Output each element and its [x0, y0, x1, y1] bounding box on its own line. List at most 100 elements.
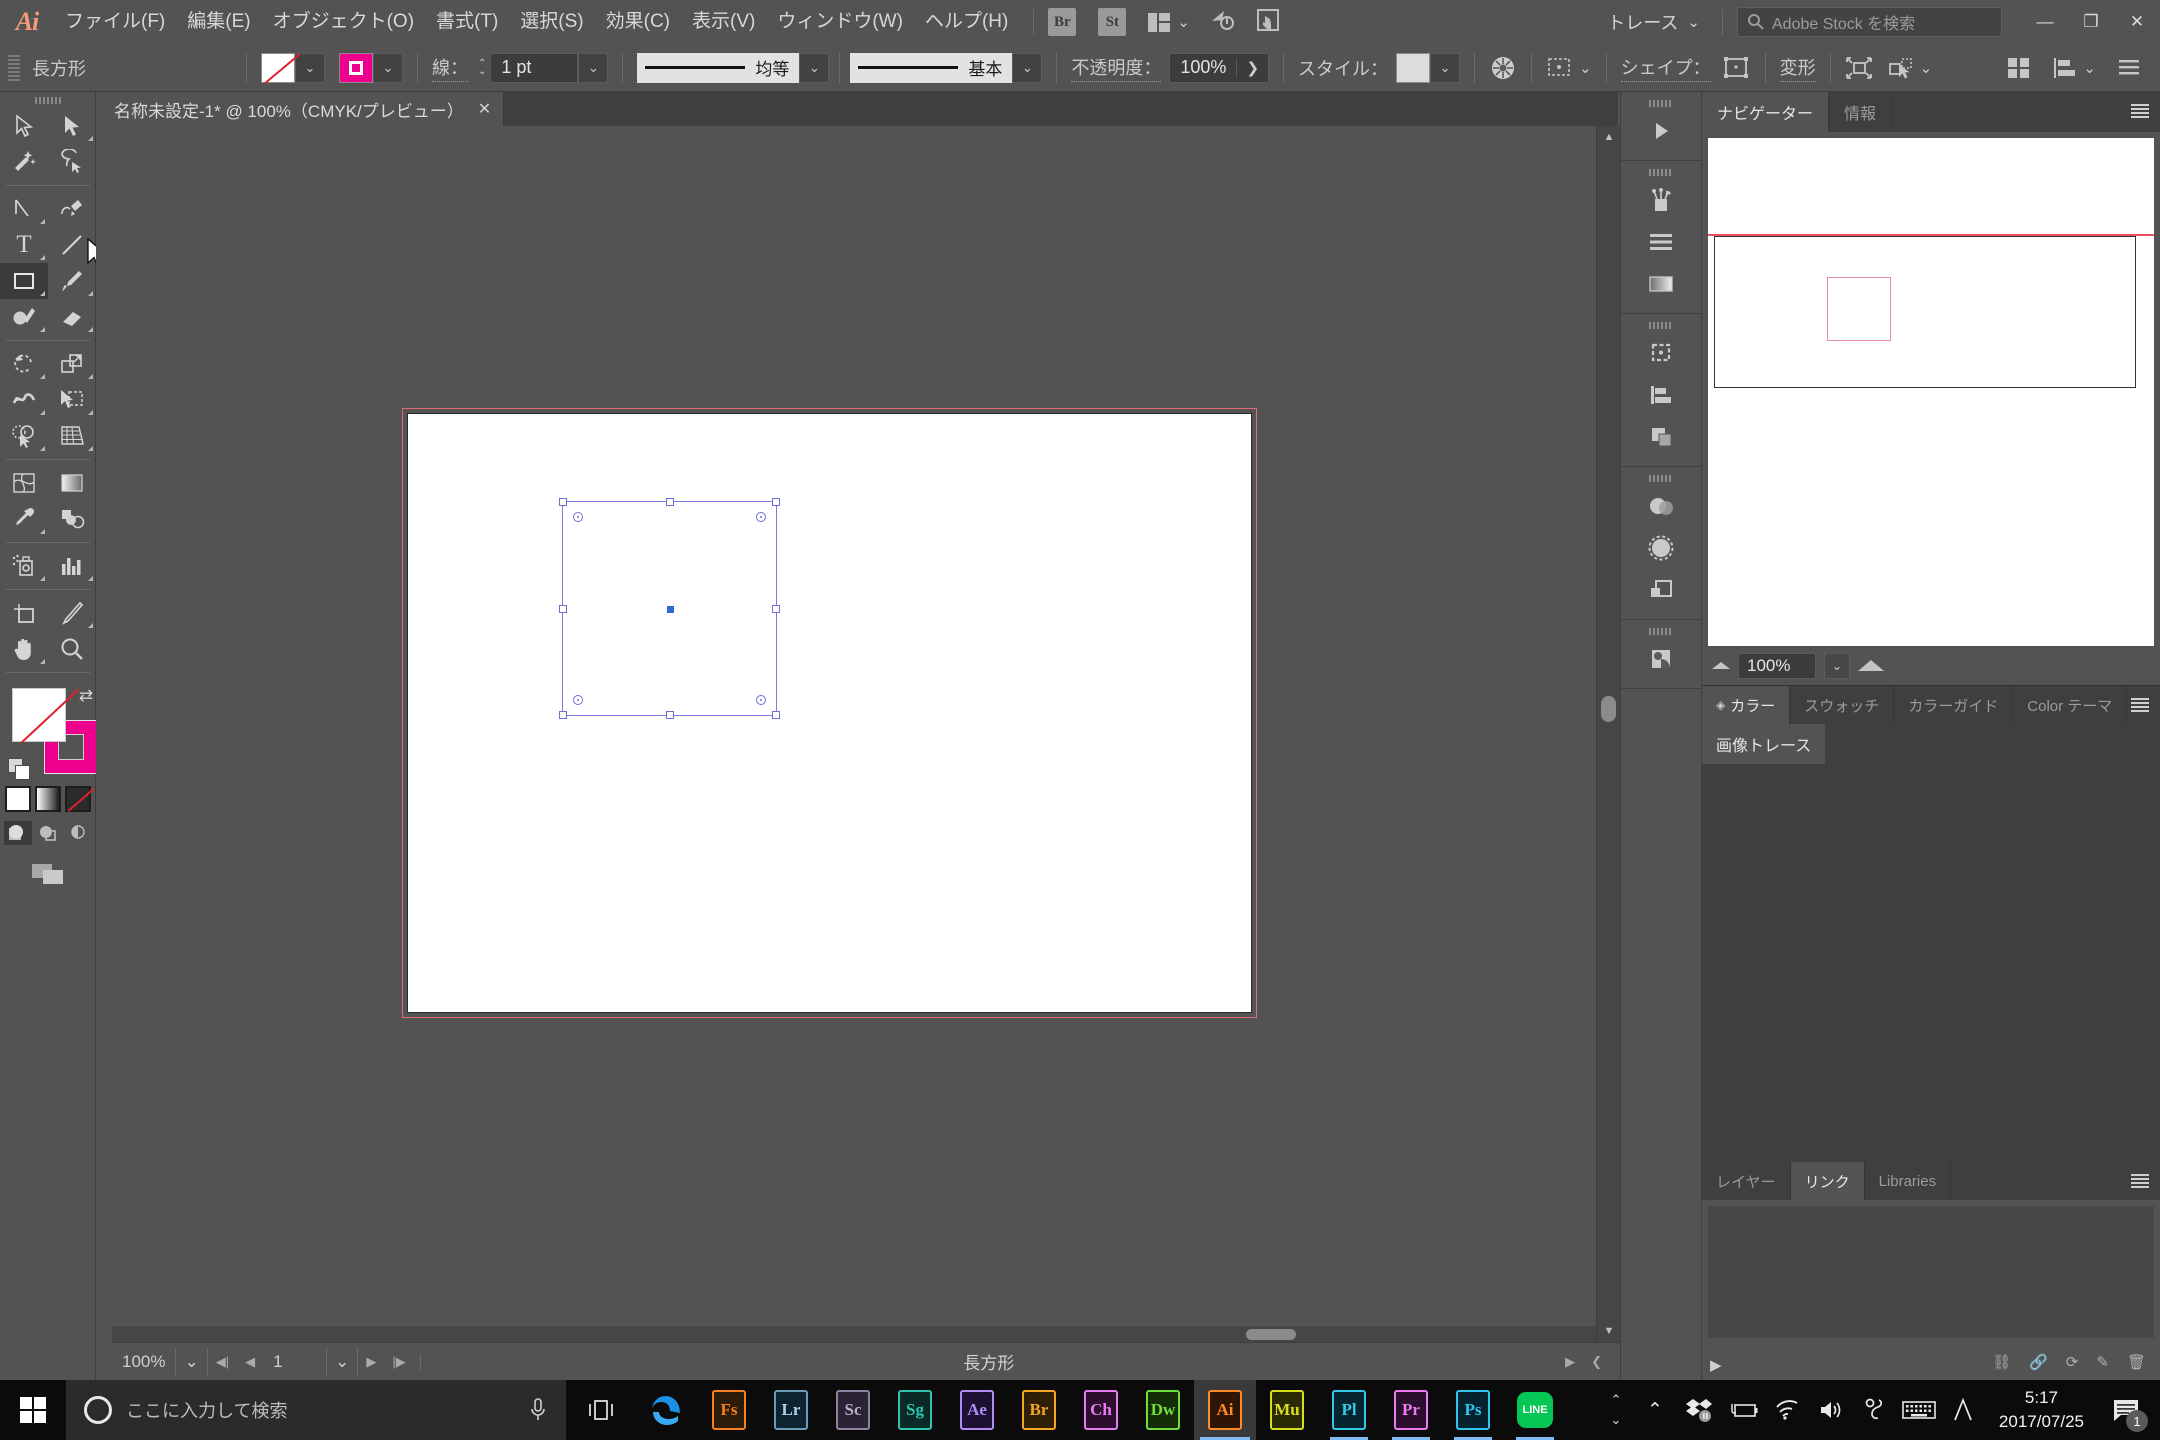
anchor-point[interactable]	[772, 605, 780, 613]
dock-gripper[interactable]	[1621, 624, 1701, 638]
graphic-style-dropdown[interactable]: ⌄	[1430, 52, 1461, 83]
corner-widget[interactable]	[573, 512, 583, 522]
tool-lasso[interactable]	[48, 144, 96, 180]
arrange-panels-icon[interactable]	[2007, 57, 2031, 79]
arrange-documents-button[interactable]: ⌄	[1148, 12, 1190, 32]
corner-widget[interactable]	[756, 512, 766, 522]
scroll-up-icon[interactable]: ▲	[1597, 126, 1621, 148]
fill-dropdown[interactable]: ⌄	[295, 52, 325, 83]
dock-gripper[interactable]	[1621, 318, 1701, 332]
draw-mode-normal[interactable]	[3, 821, 32, 845]
horizontal-scrollbar[interactable]	[112, 1326, 1596, 1342]
links-list[interactable]	[1702, 1200, 2160, 1344]
stroke-profile-select[interactable]: 均等	[637, 52, 800, 83]
dock-gripper[interactable]	[1621, 96, 1701, 110]
tool-shaper[interactable]	[0, 299, 48, 335]
tool-rotate[interactable]	[0, 346, 48, 382]
tool-free-transform[interactable]	[48, 382, 96, 418]
canvas[interactable]	[112, 126, 1596, 1342]
tool-eraser[interactable]	[48, 299, 96, 335]
anchor-point[interactable]	[666, 711, 674, 719]
start-button[interactable]	[0, 1380, 66, 1440]
isolate-object-icon[interactable]	[1845, 56, 1873, 80]
taskbar-app-photoshop[interactable]: Ps	[1442, 1380, 1504, 1440]
taskbar-clock[interactable]: 5:17 2017/07/25	[1985, 1386, 2098, 1434]
tool-symbol-sprayer[interactable]	[0, 548, 48, 584]
taskbar-app-premiere[interactable]: Pr	[1380, 1380, 1442, 1440]
volume-icon[interactable]	[1809, 1380, 1853, 1440]
tool-rectangle[interactable]	[0, 263, 48, 299]
opacity-input[interactable]: 100% ❯	[1169, 52, 1270, 83]
tab-image-trace[interactable]: 画像トレース	[1702, 724, 1826, 764]
anchor-point[interactable]	[772, 711, 780, 719]
align-panel-icon[interactable]: ⌄	[2053, 57, 2096, 79]
shape-properties-icon[interactable]	[1721, 55, 1751, 81]
tool-paintbrush[interactable]	[48, 263, 96, 299]
artboard[interactable]	[407, 413, 1252, 1013]
taskbar-app-bridge[interactable]: Br	[1008, 1380, 1070, 1440]
scrollbar-thumb[interactable]	[1601, 696, 1616, 722]
recolor-artwork-icon[interactable]	[1489, 54, 1517, 82]
align-to-selection-icon[interactable]: ⌄	[1546, 55, 1592, 81]
dock-gripper[interactable]	[1621, 165, 1701, 179]
document-tab[interactable]: 名称未設定-1* @ 100%（CMYK/プレビュー） ✕	[96, 92, 505, 126]
default-fill-stroke-icon[interactable]	[8, 758, 30, 780]
tab-color-guide[interactable]: カラーガイド	[1894, 686, 2014, 724]
tool-shape-builder[interactable]	[0, 418, 48, 454]
close-button[interactable]: ✕	[2114, 0, 2160, 44]
dock-pathfinder-icon[interactable]	[1621, 416, 1701, 458]
tab-layers[interactable]: レイヤー	[1702, 1162, 1791, 1200]
tool-perspective-grid[interactable]	[48, 418, 96, 454]
show-hidden-icons-icon[interactable]: ⌃	[1633, 1380, 1677, 1440]
tool-mesh[interactable]	[0, 465, 48, 501]
update-link-icon[interactable]: ⟳	[2066, 1353, 2079, 1371]
brush-dropdown[interactable]: ⌄	[1012, 52, 1043, 83]
tool-selection[interactable]	[0, 108, 48, 144]
delete-link-icon[interactable]: 🗑	[2127, 1353, 2146, 1371]
tool-type[interactable]: T	[0, 227, 48, 263]
tool-hand[interactable]	[0, 631, 48, 667]
dock-symbols-icon[interactable]	[1621, 638, 1701, 680]
zoom-out-icon[interactable]	[1712, 662, 1730, 669]
dock-play-icon[interactable]	[1621, 110, 1701, 152]
corner-widget[interactable]	[756, 695, 766, 705]
stroke-profile-dropdown[interactable]: ⌄	[799, 52, 830, 83]
first-page-icon[interactable]: ◀|	[208, 1354, 237, 1370]
panel-menu-icon[interactable]	[2118, 59, 2140, 77]
color-mode-none[interactable]	[64, 786, 91, 812]
menu-view[interactable]: 表示(V)	[681, 0, 766, 44]
stock-icon[interactable]: St	[1098, 8, 1127, 36]
stroke-dropdown[interactable]: ⌄	[373, 52, 403, 83]
fill-color-indicator[interactable]	[12, 688, 66, 742]
tool-line-segment[interactable]	[48, 227, 96, 263]
panel-menu-icon[interactable]	[2130, 1173, 2150, 1193]
tab-libraries[interactable]: Libraries	[1864, 1162, 1952, 1200]
tray-scroll-arrows[interactable]: ⌃ ⌄	[1599, 1380, 1633, 1440]
taskbar-app-prelude[interactable]: Pl	[1318, 1380, 1380, 1440]
dock-transparency-icon[interactable]	[1621, 485, 1701, 527]
tab-swatches[interactable]: スウォッチ	[1790, 686, 1895, 724]
anchor-point[interactable]	[772, 498, 780, 506]
zoom-level-display[interactable]: 100%	[112, 1347, 177, 1376]
draw-mode-behind[interactable]	[34, 821, 62, 845]
taskbar-app-character-animator[interactable]: Ch	[1070, 1380, 1132, 1440]
opacity-expand-icon[interactable]: ❯	[1236, 58, 1268, 77]
dropbox-icon[interactable]	[1677, 1380, 1721, 1440]
tool-pen[interactable]	[0, 191, 48, 227]
stroke-weight-dropdown[interactable]: ⌄	[578, 52, 609, 83]
zoom-in-icon[interactable]	[1858, 660, 1884, 671]
corner-widget[interactable]	[573, 695, 583, 705]
graphic-style-swatch[interactable]	[1396, 52, 1431, 83]
relink-icon[interactable]: ⛓	[1992, 1353, 2011, 1371]
taskbar-app-illustrator[interactable]: Ai	[1194, 1380, 1256, 1440]
tool-blend[interactable]	[48, 501, 96, 537]
anchor-point[interactable]	[666, 498, 674, 506]
selected-rectangle[interactable]	[559, 498, 780, 719]
taskbar-app-muse[interactable]: Mu	[1256, 1380, 1318, 1440]
menu-type[interactable]: 書式(T)	[425, 0, 509, 44]
stroke-color-swatch[interactable]	[339, 52, 373, 83]
tool-width[interactable]	[0, 382, 48, 418]
menu-edit[interactable]: 編集(E)	[176, 0, 261, 44]
stroke-stepper[interactable]: ⌃ ⌄	[478, 58, 486, 76]
dock-appearance-icon[interactable]	[1621, 527, 1701, 569]
